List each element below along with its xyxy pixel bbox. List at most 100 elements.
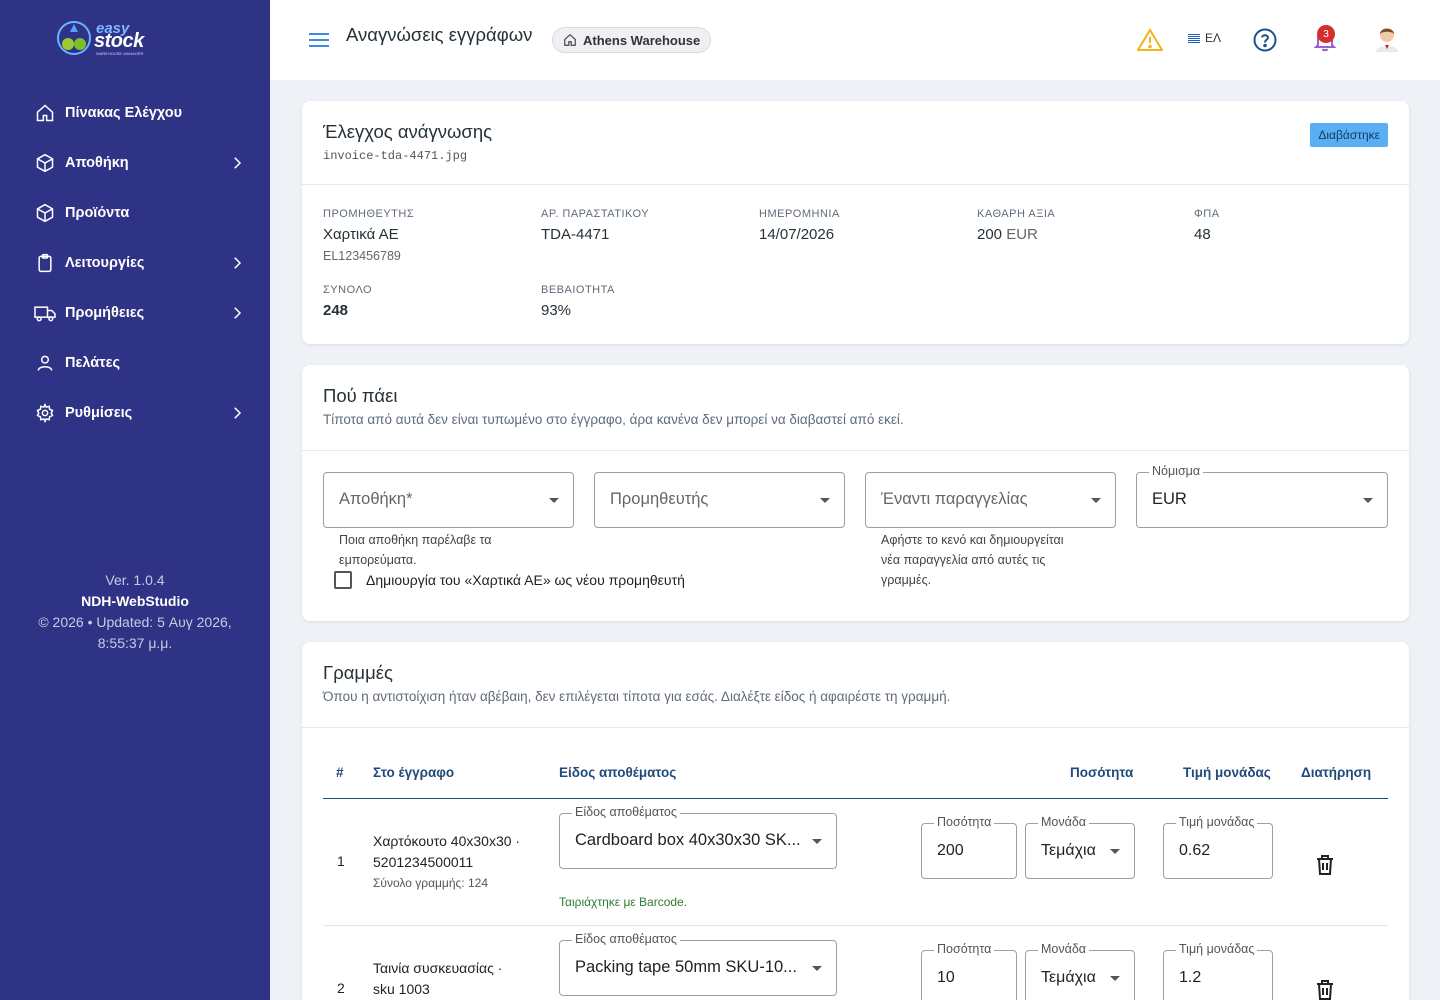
docno-field: ΑΡ. ΠΑΡΑΣΤΑΤΙΚΟΥ TDA-4471 xyxy=(541,208,649,243)
col-header-doc: Στο έγγραφο xyxy=(373,765,455,780)
supplier-value: Χαρτικά ΑΕ xyxy=(323,226,399,243)
logo-tagline: WAREHOUSE MANAGER xyxy=(96,51,144,56)
date-field: ΗΜΕΡΟΜΗΝΙΑ 14/07/2026 xyxy=(759,208,840,243)
caret-down-icon xyxy=(812,839,822,844)
date-value: 14/07/2026 xyxy=(759,226,835,243)
unit-price-input[interactable]: Τιμή μονάδας 0.62 xyxy=(1163,815,1273,879)
warning-icon[interactable] xyxy=(1136,26,1164,54)
row-doc-desc: Ταινία συσκευασίας · sku 1003 xyxy=(373,958,502,1000)
quantity-input[interactable]: Ποσότητα 10 xyxy=(921,942,1017,1000)
warehouse-select[interactable]: Αποθήκη* xyxy=(323,472,574,528)
home-icon xyxy=(564,33,576,46)
create-supplier-label: Δημιουργία του «Χαρτικά ΑΕ» ως νέου προμ… xyxy=(366,572,685,588)
stock-item-select[interactable]: Είδος αποθέματος Cardboard box 40x30x30 … xyxy=(559,805,837,869)
supplier-placeholder: Προμηθευτής xyxy=(610,490,709,508)
caret-down-icon xyxy=(1363,498,1373,503)
logo-stock: stock xyxy=(94,30,144,52)
version-text: Ver. 1.0.4 xyxy=(105,572,165,588)
order-select[interactable]: Έναντι παραγγελίας xyxy=(865,472,1116,528)
supplier-select[interactable]: Προμηθευτής xyxy=(594,472,845,528)
sidebar-item-label: Πίνακας Ελέγχου xyxy=(65,105,183,121)
helper-line: Αφήστε το κενό και δημιουργείται xyxy=(881,533,1064,547)
unit-value: Τεμάχια xyxy=(1041,842,1096,859)
unit-price-input[interactable]: Τιμή μονάδας 1.2 xyxy=(1163,942,1273,1000)
divider xyxy=(302,184,1409,185)
home-icon xyxy=(34,102,56,124)
top-bar: Αναγνώσεις εγγράφων Athens Warehouse ΕΛ … xyxy=(270,0,1440,80)
match-note: Ταιριάχτηκε με Barcode. xyxy=(559,895,688,909)
field-label: Ποσότητα xyxy=(934,942,995,956)
warehouse-chip[interactable]: Athens Warehouse xyxy=(552,27,712,53)
caret-down-icon xyxy=(820,498,830,503)
logo-icon xyxy=(57,21,91,55)
field-label: ΦΠΑ xyxy=(1194,208,1220,220)
flag-gr-icon xyxy=(1188,33,1200,43)
sidebar-item-operations[interactable]: Λειτουργίες xyxy=(0,238,270,288)
order-helper: Αφήστε το κενό και δημιουργείται νέα παρ… xyxy=(881,530,1064,590)
gear-icon xyxy=(34,402,56,424)
sidebar: easy stock WAREHOUSE MANAGER Πίνακας Ελέ… xyxy=(0,0,270,1000)
helper-line: Ποια αποθήκη παρέλαβε τα xyxy=(339,533,492,547)
quantity-value: 200 xyxy=(937,842,964,859)
net-currency: EUR xyxy=(1006,226,1038,243)
status-badge: Διαβάστηκε xyxy=(1310,123,1388,147)
lines-title: Γραμμές xyxy=(323,662,393,683)
net-value: 200 xyxy=(977,226,1003,243)
app-logo[interactable]: easy stock WAREHOUSE MANAGER xyxy=(56,20,156,60)
currency-select[interactable]: Νόμισμα EUR xyxy=(1136,464,1388,528)
supplier-field: ΠΡΟΜΗΘΕΥΤΗΣ Χαρτικά ΑΕ EL123456789 xyxy=(323,208,414,263)
stock-item-value: Cardboard box 40x30x30 SK... xyxy=(575,831,801,849)
notifications-badge: 3 xyxy=(1317,25,1335,43)
stock-item-select[interactable]: Είδος αποθέματος Packing tape 50mm SKU-1… xyxy=(559,932,837,996)
supplier-vat: EL123456789 xyxy=(323,249,401,263)
avatar[interactable] xyxy=(1374,24,1400,52)
unit-price-value: 1.2 xyxy=(1179,969,1202,986)
helper-line: νέα παραγγελία από αυτές τις xyxy=(881,553,1046,567)
confidence-field: ΒΕΒΑΙΟΤΗΤΑ 93% xyxy=(541,284,615,319)
updated-time: 8:55:37 μ.μ. xyxy=(97,635,173,651)
create-supplier-checkbox[interactable] xyxy=(334,571,352,589)
sidebar-item-dashboard[interactable]: Πίνακας Ελέγχου xyxy=(0,88,270,138)
sidebar-item-products[interactable]: Προϊόντα xyxy=(0,188,270,238)
field-label: Τιμή μονάδας xyxy=(1176,815,1258,829)
language-switcher[interactable]: ΕΛ xyxy=(1188,31,1221,45)
col-header-qty: Ποσότητα xyxy=(1070,765,1134,780)
sidebar-item-label: Αποθήκη xyxy=(65,155,129,171)
helper-line: εμπορεύματα. xyxy=(339,553,417,567)
help-icon[interactable] xyxy=(1251,26,1279,54)
clipboard-icon xyxy=(34,252,56,274)
helper-line: γραμμές. xyxy=(881,573,932,587)
sidebar-item-settings[interactable]: Ρυθμίσεις xyxy=(0,388,270,438)
stock-item-value: Packing tape 50mm SKU-10... xyxy=(575,958,797,976)
currency-label: Νόμισμα xyxy=(1149,464,1204,478)
lines-subtitle: Όπου η αντιστοίχιση ήταν αβέβαιη, δεν επ… xyxy=(323,689,951,704)
chevron-right-icon xyxy=(234,257,242,269)
sidebar-item-label: Ρυθμίσεις xyxy=(65,405,133,421)
field-label: ΑΡ. ΠΑΡΑΣΤΑΤΙΚΟΥ xyxy=(541,208,650,220)
field-label: ΚΑΘΑΡΗ ΑΞΙΑ xyxy=(977,208,1056,220)
unit-select[interactable]: Μονάδα Τεμάχια xyxy=(1025,815,1135,879)
delete-icon[interactable] xyxy=(1313,978,1337,1000)
destination-title: Πού πάει xyxy=(323,385,398,406)
sidebar-item-customers[interactable]: Πελάτες xyxy=(0,338,270,388)
menu-icon[interactable] xyxy=(308,30,330,50)
divider xyxy=(302,727,1409,728)
sidebar-item-warehouse[interactable]: Αποθήκη xyxy=(0,138,270,188)
user-icon xyxy=(34,352,56,374)
row-doc-desc: Χαρτόκουτο 40x30x30 · 5201234500011 Σύνο… xyxy=(373,831,520,894)
field-label: Μονάδα xyxy=(1038,815,1090,829)
updated-text: © 2026 • Updated: 5 Αυγ 2026, xyxy=(38,614,232,630)
caret-down-icon xyxy=(549,498,559,503)
docno-value: TDA-4471 xyxy=(541,226,610,243)
file-name: invoice-tda-4471.jpg xyxy=(323,149,468,163)
field-label: Μονάδα xyxy=(1038,942,1090,956)
confidence-value: 93% xyxy=(541,302,572,319)
sidebar-footer: Ver. 1.0.4 NDH-WebStudio © 2026 • Update… xyxy=(0,570,270,654)
caret-down-icon xyxy=(1110,976,1120,981)
unit-select[interactable]: Μονάδα Τεμάχια xyxy=(1025,942,1135,1000)
chevron-right-icon xyxy=(234,157,242,169)
delete-icon[interactable] xyxy=(1313,853,1337,877)
sidebar-item-supplies[interactable]: Προμήθειες xyxy=(0,288,270,338)
quantity-input[interactable]: Ποσότητα 200 xyxy=(921,815,1017,879)
company-name: NDH-WebStudio xyxy=(81,593,189,609)
